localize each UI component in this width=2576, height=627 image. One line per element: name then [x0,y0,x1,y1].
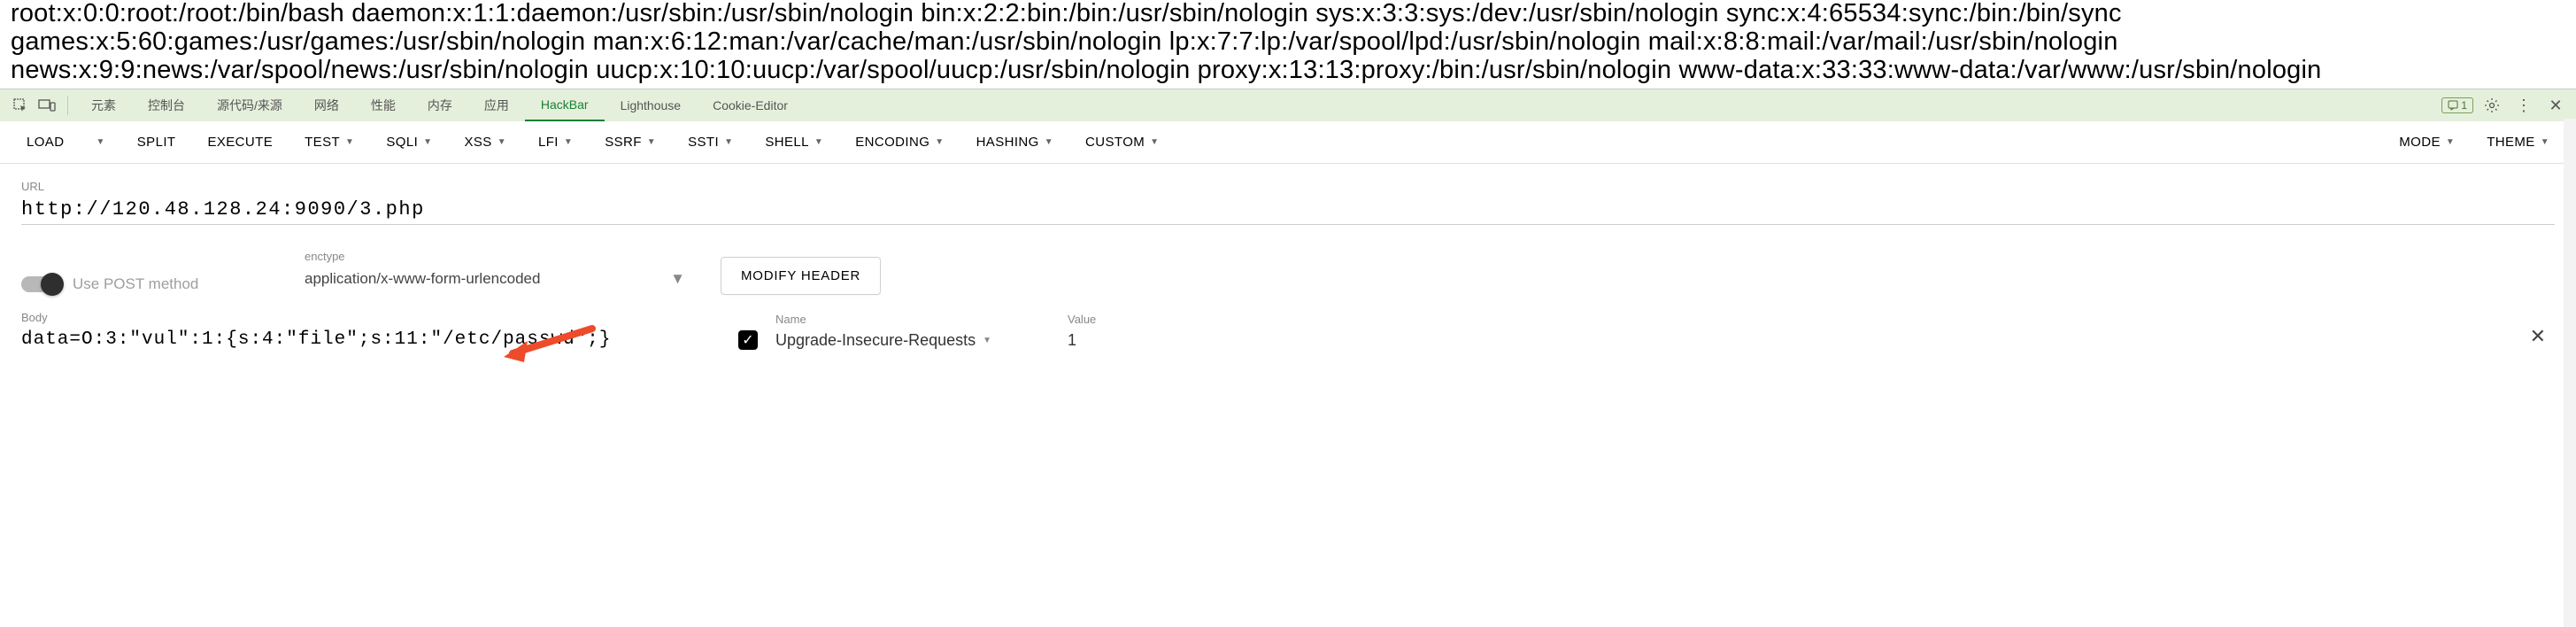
modify-header-button[interactable]: MODIFY HEADER [721,257,881,295]
body-input[interactable] [21,326,703,353]
split-button[interactable]: SPLIT [121,128,192,157]
chevron-down-icon[interactable]: ▼ [983,336,991,345]
test-button[interactable]: TEST▼ [289,128,370,157]
custom-button[interactable]: CUSTOM▼ [1069,128,1175,157]
settings-icon[interactable] [2479,92,2505,119]
tab-cookie-editor[interactable]: Cookie-Editor [697,89,804,121]
tab-hackbar[interactable]: HackBar [525,89,605,121]
sqli-button[interactable]: SQLI▼ [370,128,448,157]
header-name-value[interactable]: Upgrade-Insecure-Requests [775,328,976,353]
tab-application[interactable]: 应用 [468,89,525,121]
lfi-button[interactable]: LFI▼ [522,128,589,157]
body-label: Body [21,311,703,324]
inspect-icon[interactable] [7,92,34,119]
tab-lighthouse[interactable]: Lighthouse [605,89,698,121]
tab-elements[interactable]: 元素 [75,89,132,121]
hashing-button[interactable]: HASHING▼ [960,128,1069,157]
device-toggle-icon[interactable] [34,92,60,119]
header-value-input[interactable]: 1 [1068,328,1333,353]
tab-performance[interactable]: 性能 [355,89,412,121]
message-badge[interactable]: 1 [2441,97,2473,113]
chevron-down-icon: ▼ [670,270,685,288]
url-input[interactable] [21,195,2555,225]
theme-button[interactable]: THEME▼ [2471,128,2565,157]
message-count: 1 [2461,99,2467,112]
ssrf-button[interactable]: SSRF▼ [589,128,672,157]
load-button[interactable]: LOAD [11,128,80,157]
use-post-label: Use POST method [73,275,198,293]
tab-memory[interactable]: 内存 [412,89,468,121]
enctype-select[interactable]: application/x-www-form-urlencoded ▼ [305,265,685,293]
devtools-tab-bar: 元素 控制台 源代码/来源 网络 性能 内存 应用 HackBar Lighth… [0,89,2576,121]
hackbar-toolbar: LOAD ▼ SPLIT EXECUTE TEST▼ SQLI▼ XSS▼ LF… [0,121,2576,164]
more-icon[interactable]: ⋮ [2510,92,2537,119]
page-response-text: root:x:0:0:root:/root:/bin/bash daemon:x… [0,0,2576,89]
shell-button[interactable]: SHELL▼ [749,128,839,157]
scrollbar[interactable] [2564,119,2576,627]
tab-console[interactable]: 控制台 [132,89,201,121]
xss-button[interactable]: XSS▼ [448,128,522,157]
header-name-label: Name [775,313,1050,326]
execute-button[interactable]: EXECUTE [191,128,289,157]
devtools-panel: 元素 控制台 源代码/来源 网络 性能 内存 应用 HackBar Lighth… [0,89,2576,369]
header-value-label: Value [1068,313,1333,326]
tab-network[interactable]: 网络 [298,89,355,121]
mode-button[interactable]: MODE▼ [2383,128,2471,157]
tab-sources[interactable]: 源代码/来源 [201,89,298,121]
ssti-button[interactable]: SSTI▼ [672,128,749,157]
use-post-toggle[interactable] [21,276,60,292]
remove-header-icon[interactable]: ✕ [2521,321,2555,352]
header-enabled-checkbox[interactable]: ✓ [738,330,758,350]
load-dropdown[interactable]: ▼ [80,130,120,154]
close-devtools-icon[interactable]: ✕ [2542,92,2569,119]
encoding-button[interactable]: ENCODING▼ [839,128,960,157]
url-label: URL [21,180,2555,193]
enctype-label: enctype [305,250,685,263]
enctype-value: application/x-www-form-urlencoded [305,270,540,288]
